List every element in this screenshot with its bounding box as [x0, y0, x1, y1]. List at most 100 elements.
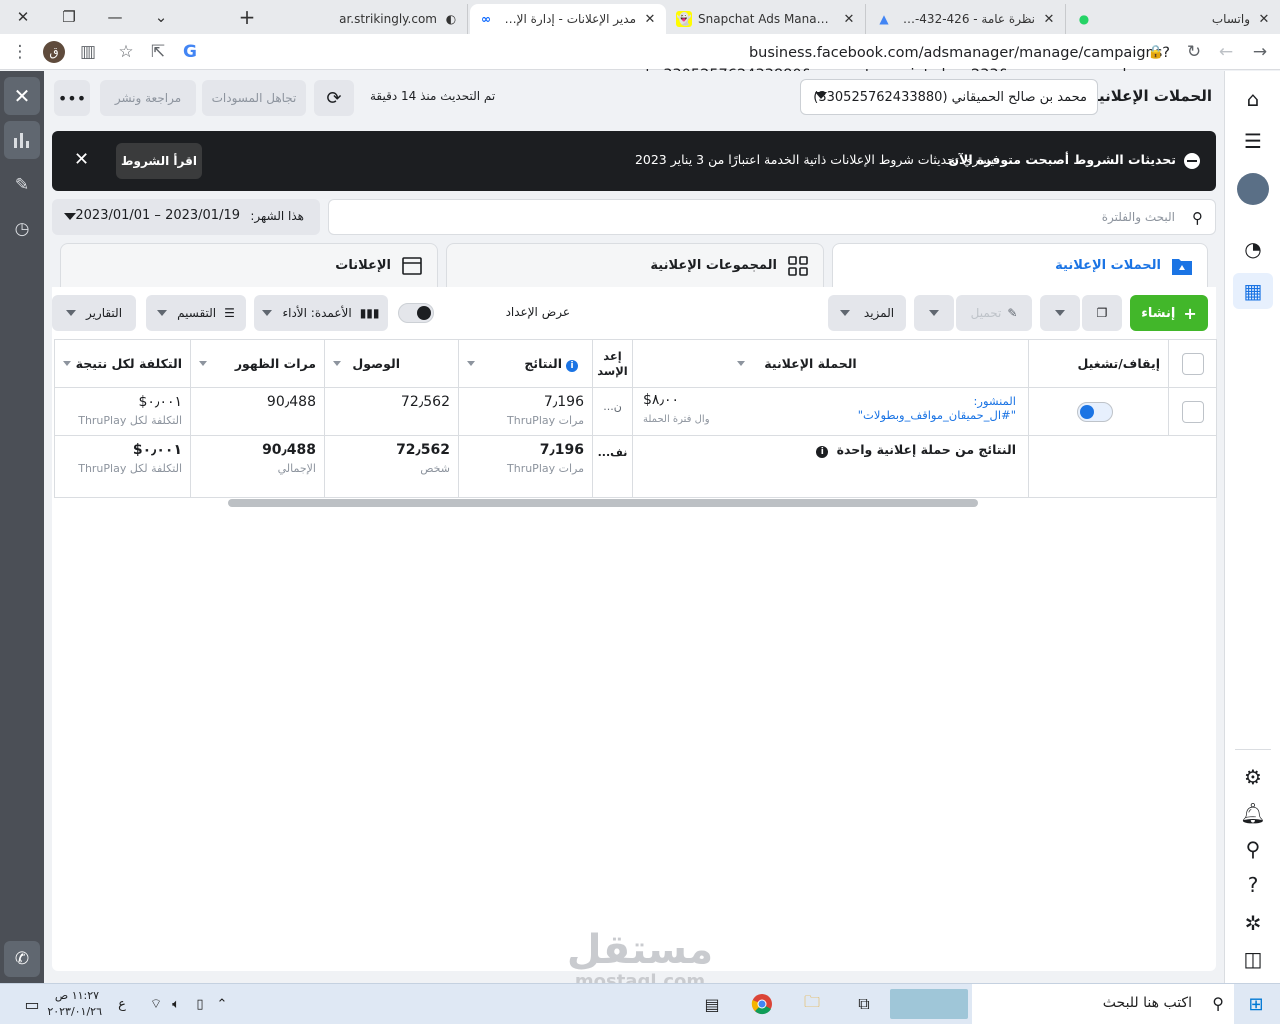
- column-header-impressions[interactable]: مرات الظهور: [190, 339, 325, 388]
- share-icon[interactable]: ⇱: [142, 34, 174, 70]
- column-header-reach[interactable]: الوصول: [324, 339, 459, 388]
- reports-label: التقارير: [85, 306, 123, 320]
- column-header-campaign[interactable]: الحملة الإعلانية: [632, 339, 1029, 388]
- tab-close-icon[interactable]: ✕: [1041, 12, 1057, 27]
- tab-search-chevron-icon[interactable]: ⌄: [138, 0, 184, 34]
- tab-close-icon[interactable]: ✕: [1256, 12, 1272, 27]
- lock-icon[interactable]: 🔒: [1140, 34, 1172, 70]
- table-icon[interactable]: ▦: [1233, 273, 1273, 309]
- menu-icon[interactable]: ☰: [1233, 123, 1273, 159]
- cost-cell: $٠٫٠٠١ التكلفة لكل ThruPlay: [54, 387, 191, 436]
- browser-tab-active[interactable]: ✕ مدير الإعلانات - إدارة الإعلانات ∞: [470, 4, 666, 34]
- scrollbar-thumb[interactable]: [228, 499, 978, 507]
- info-icon[interactable]: i: [816, 446, 829, 458]
- reload-icon[interactable]: ↻: [1178, 34, 1210, 70]
- more-button[interactable]: المزيد: [828, 295, 906, 331]
- info-icon[interactable]: i: [566, 359, 578, 372]
- search-icon: ⚲: [1212, 994, 1224, 1013]
- create-button[interactable]: + إنشاء: [1130, 295, 1208, 331]
- summary-label-cell: النتائج من حملة إعلانية واحدة i: [632, 435, 1029, 498]
- reports-button[interactable]: التقارير: [52, 295, 136, 331]
- url-field[interactable]: business.facebook.com/adsmanager/manage/…: [300, 42, 1170, 83]
- column-header-toggle[interactable]: إيقاف/تشغيل: [1028, 339, 1169, 388]
- new-tab-button[interactable]: +: [230, 0, 264, 34]
- filter-row: ⚲ البحث والفلترة هذا الشهر: 2023/01/01 –…: [52, 199, 1216, 235]
- search-input[interactable]: ⚲ البحث والفلترة: [328, 199, 1216, 235]
- browser-tab[interactable]: ◐ ar.strikingly.com: [272, 4, 468, 34]
- window-restore-icon[interactable]: ❐: [46, 0, 92, 34]
- menu-dots-icon[interactable]: ⋮: [4, 34, 36, 70]
- tab-ads[interactable]: الإعلانات: [60, 243, 438, 289]
- browser-tab[interactable]: ✕ نظرة عامة - 426-432-0915 ▲: [868, 4, 1066, 34]
- google-icon[interactable]: G: [174, 34, 206, 70]
- campaign-toggle[interactable]: [1077, 401, 1113, 422]
- date-range-picker[interactable]: هذا الشهر: 2023/01/01 – 2023/01/19: [52, 199, 320, 235]
- back-icon[interactable]: →: [1244, 34, 1276, 70]
- taskbar-search[interactable]: ⚲ اكتب هنا للبحث: [972, 984, 1234, 1024]
- tray-chevron-icon[interactable]: ⌃: [206, 989, 238, 1019]
- column-header-cost[interactable]: التكلفة لكل نتيجة: [54, 339, 191, 388]
- window-minimize-icon[interactable]: —: [92, 0, 138, 34]
- bell-icon[interactable]: 🔔︎: [1233, 795, 1273, 831]
- search-icon[interactable]: ⚲: [1233, 831, 1273, 867]
- columns-button[interactable]: ▮▮▮ الأعمدة: الأداء: [254, 295, 388, 331]
- review-publish-button[interactable]: مراجعة ونشر: [100, 80, 196, 116]
- gear-icon[interactable]: ⚙: [1233, 759, 1273, 795]
- read-terms-button[interactable]: اقرأ الشروط: [116, 143, 202, 179]
- account-selector[interactable]: محمد بن صالح الحميقاني (330525762433880): [800, 79, 1098, 115]
- column-header-results[interactable]: i النتائج: [458, 339, 593, 388]
- side-panel-icon[interactable]: ◫: [1233, 941, 1273, 977]
- more-options-icon[interactable]: •••: [54, 80, 90, 116]
- bug-icon[interactable]: ✲: [1233, 905, 1273, 941]
- column-header-budget[interactable]: إعد الإسد: [592, 339, 633, 388]
- help-icon[interactable]: ?: [1233, 867, 1273, 903]
- tab-close-icon[interactable]: ✕: [841, 12, 857, 27]
- gauge-icon[interactable]: ◔: [1233, 231, 1273, 267]
- close-icon[interactable]: ✕: [4, 77, 40, 115]
- tab-close-icon[interactable]: ✕: [642, 12, 658, 27]
- pencil-icon[interactable]: ✎: [0, 165, 44, 205]
- file-explorer-icon[interactable]: 🗀: [796, 989, 828, 1019]
- system-clock[interactable]: ١١:٢٧ ص ٢٠٢٣/٠١/٢٦: [47, 988, 102, 1020]
- task-view-icon[interactable]: ⧉: [848, 989, 880, 1019]
- minus-circle-icon: [1184, 153, 1200, 169]
- header-label: مرات الظهور: [234, 356, 316, 371]
- sort-icon: [333, 361, 341, 366]
- forward-icon[interactable]: ←: [1210, 34, 1242, 70]
- tab-adsets[interactable]: المجموعات الإعلانية: [446, 243, 824, 289]
- select-all-checkbox[interactable]: [1181, 352, 1204, 375]
- edit-menu-button[interactable]: [914, 295, 954, 331]
- browser-tab[interactable]: ✕ واتساب ●: [1068, 4, 1280, 34]
- home-icon[interactable]: ⌂: [1233, 81, 1273, 117]
- language-indicator[interactable]: ع: [106, 989, 138, 1019]
- profile-avatar[interactable]: ق: [40, 34, 68, 70]
- duplicate-button[interactable]: ❐: [1082, 295, 1122, 331]
- bookmark-star-icon[interactable]: ☆: [110, 34, 142, 70]
- browser-tab[interactable]: ✕ Snapchat Ads Manager 👻: [668, 4, 866, 34]
- tab-campaigns[interactable]: الحملات الإعلانية: [832, 243, 1208, 289]
- discard-drafts-button[interactable]: تجاهل المسودات: [202, 80, 306, 116]
- windows-start-icon[interactable]: ⊞: [1240, 989, 1272, 1019]
- edit-button[interactable]: ✎ تحميل: [956, 295, 1032, 331]
- notification-icon[interactable]: ▭: [16, 989, 48, 1019]
- horizontal-scrollbar[interactable]: [54, 499, 1216, 507]
- duplicate-menu-button[interactable]: [1040, 295, 1080, 331]
- view-setup-toggle[interactable]: [398, 303, 434, 323]
- account-avatar[interactable]: [1233, 171, 1273, 207]
- taskbar-app-icon[interactable]: ▤: [696, 989, 728, 1019]
- news-widget-icon[interactable]: [890, 989, 968, 1019]
- window-close-icon[interactable]: ✕: [0, 0, 46, 34]
- close-icon[interactable]: ✕: [74, 149, 89, 170]
- chart-icon[interactable]: [4, 121, 40, 159]
- header-label: الوصول: [352, 356, 400, 371]
- table-row[interactable]: المنشور: "#ال_حميقان_مواقف_وبطولات" ٨٫٠٠…: [54, 387, 1217, 436]
- phone-icon[interactable]: ✆: [4, 941, 40, 977]
- refresh-button[interactable]: ⟳: [314, 80, 354, 116]
- clock-icon[interactable]: ◷: [0, 209, 44, 249]
- results-cell: 7٫196 مرات ThruPlay: [458, 387, 593, 436]
- breakdown-button[interactable]: ☰ التقسيم: [146, 295, 246, 331]
- row-checkbox[interactable]: [1181, 400, 1204, 423]
- chrome-icon[interactable]: [746, 989, 778, 1019]
- sidebar-icon[interactable]: ▥: [72, 34, 104, 70]
- campaign-name-link[interactable]: المنشور: "#ال_حميقان_مواقف_وبطولات": [816, 394, 1016, 422]
